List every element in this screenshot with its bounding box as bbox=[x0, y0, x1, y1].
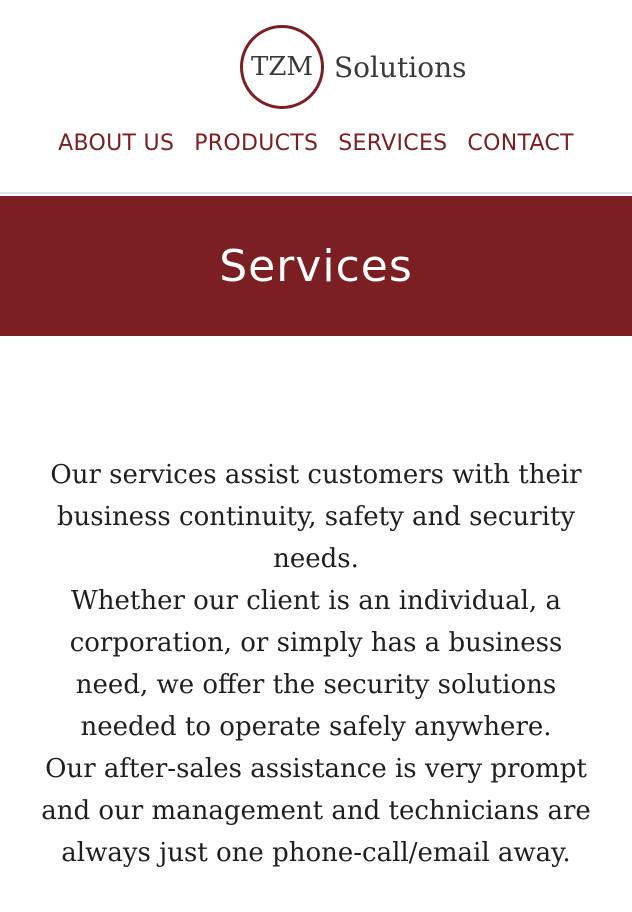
page-banner: Services bbox=[0, 196, 632, 336]
nav-item-about-us[interactable]: ABOUT US bbox=[58, 131, 174, 156]
nav-item-products[interactable]: PRODUCTS bbox=[194, 131, 318, 156]
paragraph-clients: Whether our client is an individual, a c… bbox=[69, 586, 563, 742]
page: TZM Solutions ABOUT US PRODUCTS SERVICES… bbox=[0, 0, 632, 912]
nav-item-services[interactable]: SERVICES bbox=[338, 131, 447, 156]
paragraph-after-sales: Our after-sales assistance is very promp… bbox=[41, 754, 591, 868]
logo-mark: TZM bbox=[240, 25, 324, 109]
logo-word: Solutions bbox=[334, 50, 467, 84]
page-title: Services bbox=[219, 240, 413, 292]
logo[interactable]: TZM Solutions bbox=[240, 22, 467, 112]
main-nav: ABOUT US PRODUCTS SERVICES CONTACT bbox=[0, 131, 632, 156]
site-header: TZM Solutions ABOUT US PRODUCTS SERVICES… bbox=[0, 0, 632, 194]
nav-item-contact[interactable]: CONTACT bbox=[467, 131, 573, 156]
paragraph-intro: Our services assist customers with their… bbox=[50, 460, 582, 574]
services-description: Our services assist customers with their… bbox=[40, 454, 592, 874]
